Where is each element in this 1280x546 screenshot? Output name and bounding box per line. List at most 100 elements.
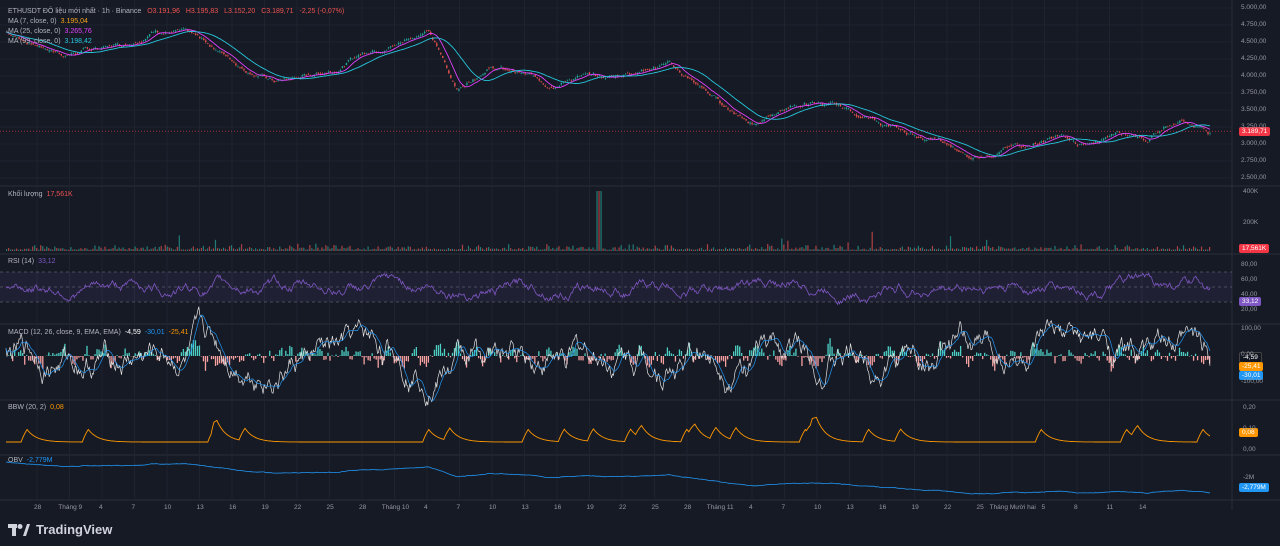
volume-bar — [184, 249, 186, 251]
macd-histogram-bar — [255, 356, 257, 359]
macd-histogram-bar — [887, 346, 889, 356]
ma3-legend[interactable]: MA (99, close, 0) 3.198,42 — [8, 37, 96, 46]
macd-histogram-bar — [1042, 351, 1044, 356]
volume-bar — [829, 249, 831, 251]
volume-bar — [845, 249, 847, 251]
volume-bar — [598, 191, 600, 251]
macd-histogram-bar — [60, 351, 62, 356]
volume-bar — [674, 248, 676, 251]
volume-bar — [375, 249, 377, 251]
volume-bar — [267, 247, 269, 251]
volume-bar — [556, 247, 558, 251]
volume-bar — [138, 249, 140, 251]
macd-histogram-bar — [200, 356, 203, 357]
volume-bar — [54, 246, 56, 251]
candle-body — [863, 116, 866, 118]
macd-histogram-bar — [345, 346, 347, 356]
candle-body — [160, 33, 163, 35]
volume-bar — [421, 247, 423, 251]
volume-bar — [963, 247, 966, 251]
volume-bar — [949, 236, 952, 251]
volume-bar — [230, 245, 233, 251]
candle-body — [522, 72, 524, 74]
macd-histogram-bar — [614, 352, 616, 356]
macd-histogram-bar — [990, 356, 992, 360]
volume-bar — [445, 249, 448, 251]
candle-body — [385, 49, 388, 51]
volume-bar — [909, 247, 911, 251]
candle-body — [747, 122, 749, 123]
candle-body — [1000, 150, 1002, 152]
symbol-title[interactable]: ETHUSDT ĐÔ liệu mới nhất · 1h · Binance — [8, 8, 141, 15]
volume-bar — [283, 249, 285, 251]
volume-bar — [827, 247, 829, 251]
candle-body — [735, 113, 737, 115]
volume-bar — [363, 248, 365, 251]
volume-bar — [662, 249, 664, 251]
bbw-axis-label: 0,10 — [1243, 425, 1256, 432]
candle-body — [669, 61, 671, 62]
macd-histogram-bar — [180, 352, 183, 356]
candle-body — [1024, 147, 1026, 149]
volume-bar — [915, 248, 917, 251]
macd-histogram-bar — [735, 345, 737, 356]
volume-axis-label: 400K — [1243, 188, 1259, 195]
volume-bar — [1162, 248, 1165, 251]
candle-body — [851, 112, 854, 113]
time-axis-label: 10 — [489, 504, 497, 511]
volume-bar — [538, 249, 540, 251]
ma3-label: MA (99, close, 0) — [8, 38, 61, 45]
volume-legend[interactable]: Khối lượng 17,561K — [8, 190, 77, 199]
volume-bar — [666, 244, 668, 251]
ma2-legend[interactable]: MA (25, close, 0) 3.265,76 — [8, 27, 96, 36]
macd-histogram-bar — [1098, 356, 1100, 361]
volume-bar — [345, 248, 347, 251]
volume-bar — [492, 248, 494, 251]
chart-canvas[interactable] — [0, 0, 1280, 546]
volume-bar — [1156, 246, 1158, 251]
tradingview-logo[interactable]: TradingView — [8, 522, 112, 537]
macd-histogram-bar — [879, 356, 881, 358]
volume-bar — [694, 249, 697, 251]
candle-body — [703, 87, 705, 89]
candle-body — [391, 46, 394, 47]
macd-legend[interactable]: MACD (12, 26, close, 9, EMA, EMA) -4,59 -3… — [8, 328, 193, 337]
candle-body — [1189, 125, 1191, 126]
volume-bar — [315, 243, 317, 251]
candle-body — [442, 56, 444, 58]
macd-histogram-bar — [875, 354, 877, 356]
volume-bar — [867, 249, 869, 251]
volume-bar — [1072, 248, 1074, 251]
macd-histogram-bar — [724, 356, 727, 367]
obv-legend[interactable]: OBV -2,779M — [8, 456, 56, 465]
candle-body — [578, 75, 581, 77]
macd-histogram-bar — [128, 352, 130, 356]
volume-bar — [1104, 249, 1106, 251]
time-axis-label: 4 — [749, 504, 753, 511]
macd-histogram-bar — [883, 351, 885, 356]
macd-histogram-bar — [216, 356, 219, 366]
macd-histogram-bar — [518, 356, 520, 357]
volume-bar — [192, 246, 194, 251]
volume-bar — [990, 247, 992, 251]
volume-bar — [560, 249, 562, 251]
macd-histogram-bar — [496, 355, 498, 356]
volume-bar — [803, 248, 805, 251]
volume-bar — [1064, 249, 1066, 251]
brand-name: TradingView — [36, 522, 113, 537]
volume-bar — [586, 248, 588, 251]
volume-bar — [1140, 248, 1142, 251]
bbw-legend[interactable]: BBW (20, 2) 0,08 — [8, 403, 68, 412]
obv-value: -2,779M — [26, 457, 53, 464]
candle-body — [60, 54, 62, 56]
macd-histogram-bar — [923, 356, 926, 360]
volume-bar — [202, 245, 205, 251]
ma1-legend[interactable]: MA (7, close, 0) 3.195,04 — [8, 17, 92, 26]
candle-body — [1096, 142, 1099, 143]
volume-bar — [1062, 249, 1064, 251]
rsi-legend[interactable]: RSI (14) 33,12 — [8, 257, 60, 266]
candle-body — [470, 82, 472, 84]
candle-body — [353, 57, 356, 59]
macd-histogram-bar — [909, 356, 912, 358]
macd-histogram-bar — [907, 356, 910, 357]
